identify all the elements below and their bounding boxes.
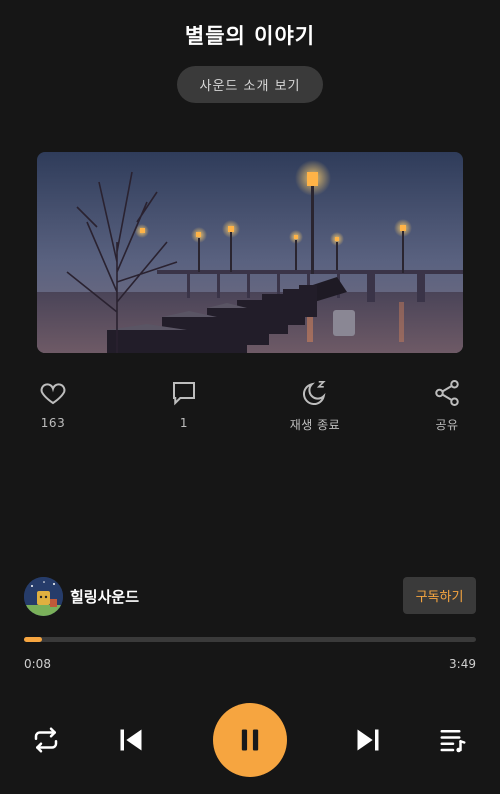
sleep-timer-action[interactable]: 재생 종료: [270, 378, 360, 433]
share-action[interactable]: 공유: [402, 378, 492, 433]
subscribe-button[interactable]: 구독하기: [403, 577, 476, 614]
current-time: 0:08: [24, 657, 51, 671]
comment-count: 1: [179, 416, 189, 430]
track-title: 별들의 이야기: [184, 24, 316, 48]
comment-icon: [173, 382, 195, 406]
pause-button[interactable]: [213, 703, 287, 777]
previous-button[interactable]: [115, 724, 147, 756]
sleep-timer-label: 재생 종료: [289, 418, 341, 432]
channel-avatar[interactable]: [24, 577, 63, 616]
heart-icon: [40, 383, 66, 405]
like-action[interactable]: 163: [8, 378, 98, 430]
like-count: 163: [40, 416, 66, 430]
share-label: 공유: [435, 418, 459, 432]
next-icon: [357, 729, 379, 751]
pause-icon: [241, 729, 259, 751]
repeat-icon: [34, 727, 58, 753]
repeat-button[interactable]: [30, 724, 62, 756]
share-icon: [435, 380, 459, 406]
comment-action[interactable]: 1: [139, 378, 229, 430]
sound-intro-button[interactable]: 사운드 소개 보기: [177, 66, 323, 103]
track-artwork: [37, 152, 463, 353]
previous-icon: [120, 729, 142, 751]
next-button[interactable]: [352, 724, 384, 756]
duration: 3:49: [449, 657, 476, 671]
playlist-button[interactable]: [437, 724, 469, 756]
channel-row: 힐링사운드 구독하기: [24, 577, 476, 616]
playlist-icon: [440, 730, 466, 753]
progress-bar[interactable]: [24, 637, 476, 642]
channel-name[interactable]: 힐링사운드: [70, 586, 139, 607]
progress-fill: [24, 637, 43, 642]
moon-sleep-icon: [303, 380, 326, 405]
